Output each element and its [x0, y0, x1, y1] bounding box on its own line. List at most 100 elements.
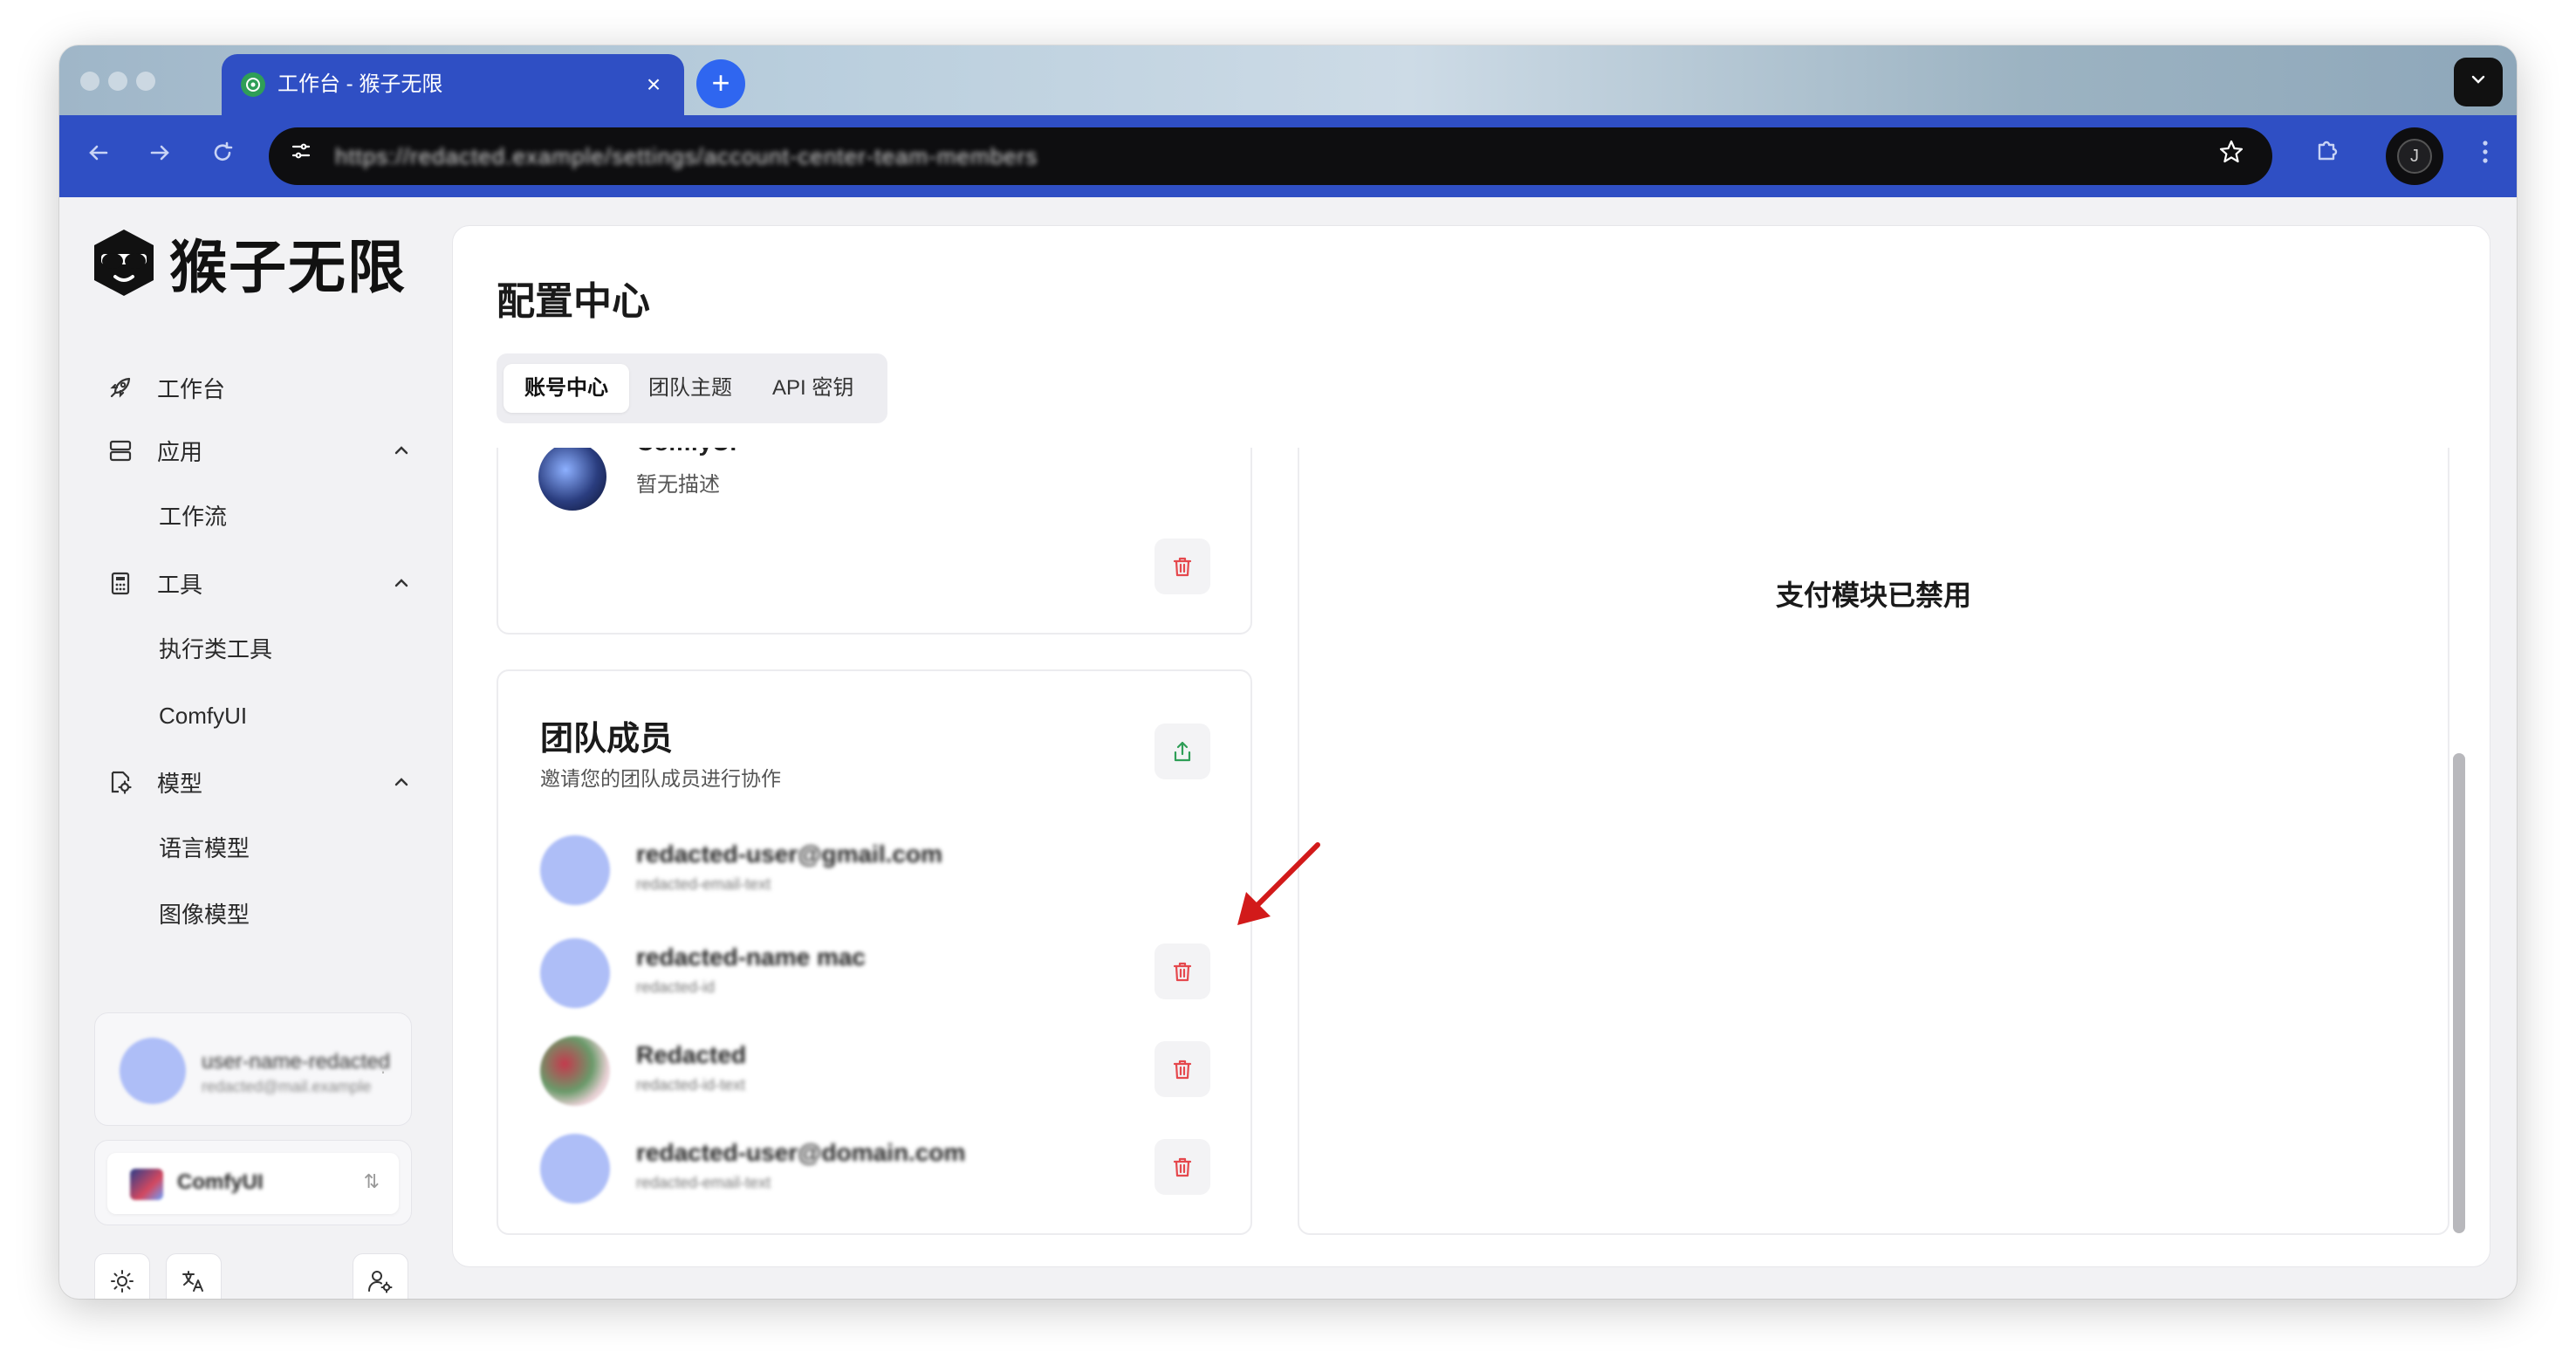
sidebar-item-comfyui[interactable]: ComfyUI	[159, 691, 247, 740]
tab-search-chevron-icon[interactable]	[2454, 58, 2503, 106]
language-button[interactable]	[166, 1253, 222, 1299]
tab-title: 工作台 - 猴子无限	[277, 72, 443, 96]
user-card[interactable]: user-name-redacted redacted@mail.example…	[94, 1012, 412, 1126]
window-close-dot[interactable]	[80, 72, 99, 91]
avatar	[120, 1038, 186, 1104]
sidebar-item-image-models[interactable]: 图像模型	[159, 890, 250, 939]
list-item: redacted-user@domain.com redacted-email-…	[540, 1134, 1221, 1204]
list-item: redacted-user@gmail.com redacted-email-t…	[540, 835, 1221, 905]
team-switcher[interactable]: ComfyUI ⇅	[94, 1140, 412, 1225]
member-name: Redacted	[636, 1041, 747, 1068]
sidebar-item-label: 模型	[157, 770, 203, 797]
sidebar-item-workflow[interactable]: 工作流	[159, 492, 227, 541]
account-settings-button[interactable]	[353, 1253, 408, 1299]
sun-icon	[111, 1270, 134, 1293]
window-zoom-dot[interactable]	[136, 72, 155, 91]
remove-member-button[interactable]	[1154, 943, 1210, 999]
chevron-up-icon[interactable]	[386, 766, 417, 798]
team-members-card: 团队成员 邀请您的团队成员进行协作 redacted-user@gmail.co…	[497, 669, 1252, 1235]
user-email: redacted@mail.example	[202, 1078, 372, 1095]
tab-api-keys[interactable]: API 密钥	[751, 364, 874, 413]
window-minimize-dot[interactable]	[108, 72, 127, 91]
sidebar-item-language-models[interactable]: 语言模型	[159, 824, 250, 873]
browser-toolbar: https://redacted.example/settings/accoun…	[59, 115, 2517, 197]
address-url-text: https://redacted.example/settings/accoun…	[335, 143, 1038, 169]
sidebar-item-label: 工作台	[157, 375, 226, 402]
brand[interactable]: 猴子无限	[89, 223, 407, 302]
sidebar-item-label: 工具	[157, 571, 203, 598]
team-description: 暂无描述	[636, 473, 720, 497]
theme-toggle-button[interactable]	[94, 1253, 150, 1299]
brand-name: 猴子无限	[169, 235, 407, 299]
tab-strip: 工作台 - 猴子无限 × +	[59, 45, 2517, 115]
browser-window: 工作台 - 猴子无限 × + https://redacted.example/…	[59, 45, 2517, 1299]
monkey-logo-icon	[94, 230, 154, 296]
site-settings-icon[interactable]	[283, 138, 319, 175]
browser-tab-active[interactable]: 工作台 - 猴子无限 ×	[222, 54, 684, 115]
user-settings-icon	[368, 1271, 393, 1293]
reload-icon[interactable]	[202, 136, 243, 176]
avatar	[540, 835, 610, 905]
sidebar-item-exec-tools[interactable]: 执行类工具	[159, 625, 272, 674]
trash-icon	[1173, 1060, 1192, 1080]
member-sub: redacted-email-text	[636, 1174, 771, 1191]
scrollbar[interactable]	[2453, 753, 2465, 1233]
app-sidebar: 猴子无限 工作台 应用 工作流 工具 执行类工具 ComfyUI 模型 语言模型…	[59, 197, 452, 1299]
list-item: redacted-name mac redacted-id	[540, 938, 1221, 1008]
sidebar-item-tools[interactable]: 工具	[105, 559, 435, 607]
upload-share-icon	[1174, 741, 1191, 762]
trash-icon	[1173, 1157, 1192, 1177]
sidebar-item-apps[interactable]: 应用	[105, 426, 435, 475]
address-bar[interactable]: https://redacted.example/settings/accoun…	[269, 127, 2272, 185]
sidebar-item-label: 应用	[157, 438, 203, 465]
switch-arrows-icon[interactable]: ⇅	[364, 1170, 380, 1193]
avatar	[540, 1036, 610, 1106]
browser-menu-kebab-icon[interactable]	[2468, 136, 2503, 176]
payment-disabled-message: 支付模块已禁用	[1775, 580, 1971, 611]
team-name: ComfyUI	[177, 1170, 264, 1194]
team-avatar	[130, 1169, 163, 1200]
profile-avatar-button[interactable]: J	[2386, 127, 2443, 185]
invite-member-button[interactable]	[1154, 724, 1210, 779]
rocket-icon	[105, 372, 136, 403]
forward-arrow-icon[interactable]	[140, 136, 180, 176]
member-sub: redacted-id-text	[636, 1076, 746, 1094]
tab-close-icon[interactable]: ×	[639, 70, 668, 99]
settings-panel: 配置中心 账号中心 团队主题 API 密钥 ComfyUI 暂无描述 团队成员 …	[452, 225, 2490, 1267]
chevron-up-icon[interactable]	[386, 567, 417, 599]
member-name: redacted-user@domain.com	[636, 1139, 966, 1166]
page-title: 配置中心	[497, 280, 650, 323]
trash-icon	[1173, 962, 1192, 982]
chevron-up-icon[interactable]	[386, 435, 417, 466]
remove-member-button[interactable]	[1154, 1041, 1210, 1097]
new-tab-button[interactable]: +	[696, 59, 745, 108]
model-gear-icon	[105, 766, 136, 798]
translate-icon	[182, 1271, 203, 1292]
remove-member-button[interactable]	[1154, 1139, 1210, 1195]
site-favicon-icon	[241, 72, 265, 97]
sidebar-item-workbench[interactable]: 工作台	[105, 363, 435, 412]
sidebar-item-models[interactable]: 模型	[105, 758, 435, 806]
payment-panel: 支付模块已禁用	[1298, 448, 2449, 1235]
tab-team-theme[interactable]: 团队主题	[627, 364, 753, 413]
avatar	[540, 1134, 610, 1204]
tab-account-center[interactable]: 账号中心	[504, 364, 629, 413]
more-vertical-icon[interactable]: ⋮	[374, 1055, 392, 1077]
team-info-card: ComfyUI 暂无描述	[497, 448, 1252, 635]
members-title: 团队成员	[540, 721, 674, 758]
member-sub: redacted-id	[636, 978, 716, 996]
delete-team-button[interactable]	[1154, 539, 1210, 594]
members-subtitle: 邀请您的团队成员进行协作	[540, 767, 781, 790]
app-stack-icon	[105, 435, 136, 466]
list-item: Redacted redacted-id-text	[540, 1036, 1221, 1106]
calculator-icon	[105, 567, 136, 599]
member-name: redacted-name mac	[636, 943, 867, 971]
extensions-puzzle-icon[interactable]	[2307, 136, 2347, 176]
team-switcher-inner[interactable]: ComfyUI ⇅	[107, 1153, 399, 1214]
bookmark-star-icon[interactable]	[2213, 138, 2250, 175]
back-arrow-icon[interactable]	[79, 136, 119, 176]
profile-initial-icon: J	[2397, 139, 2432, 174]
settings-tabs: 账号中心 团队主题 API 密钥	[497, 353, 887, 423]
member-sub: redacted-email-text	[636, 875, 771, 893]
settings-scroll-area[interactable]: ComfyUI 暂无描述 团队成员 邀请您的团队成员进行协作 redacted-…	[453, 448, 2490, 1266]
